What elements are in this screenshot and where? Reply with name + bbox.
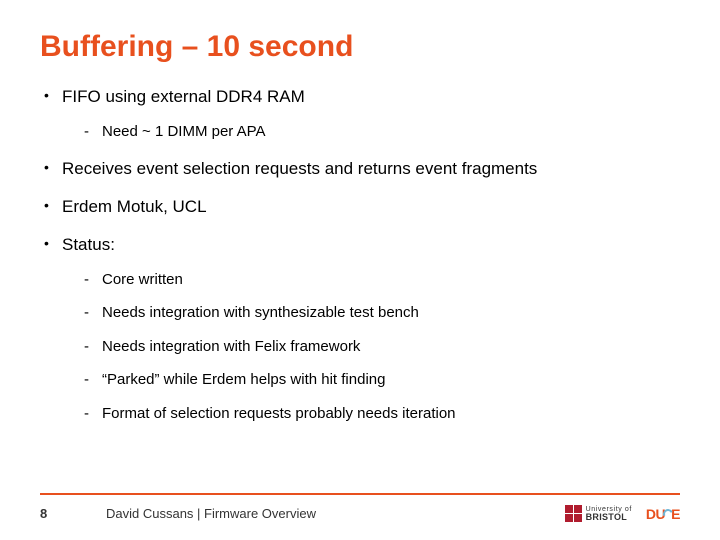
bullet-item: FIFO using external DDR4 RAM Need ~ 1 DI…: [40, 86, 680, 142]
sub-item: “Parked” while Erdem helps with hit find…: [62, 370, 680, 390]
footer: 8 David Cussans | Firmware Overview Univ…: [40, 493, 680, 522]
sub-item: Format of selection requests probably ne…: [62, 404, 680, 424]
bristol-line2: BRISTOL: [586, 513, 632, 522]
sub-item: Core written: [62, 270, 680, 290]
sub-item: Needs integration with synthesizable tes…: [62, 303, 680, 323]
bullet-list: FIFO using external DDR4 RAM Need ~ 1 DI…: [40, 86, 680, 423]
sub-item: Needs integration with Felix framework: [62, 337, 680, 357]
bullet-item: Erdem Motuk, UCL: [40, 196, 680, 218]
dune-logo: DUE: [646, 506, 680, 522]
footer-rule: [40, 493, 680, 495]
sub-item: Need ~ 1 DIMM per APA: [62, 122, 680, 142]
bullet-text: Receives event selection requests and re…: [62, 159, 537, 178]
footer-text: David Cussans | Firmware Overview: [106, 506, 511, 521]
footer-row: 8 David Cussans | Firmware Overview Univ…: [40, 505, 680, 522]
sub-list: Core written Needs integration with synt…: [62, 270, 680, 424]
bullet-item: Status: Core written Needs integration w…: [40, 234, 680, 424]
slide: Buffering – 10 second FIFO using externa…: [0, 0, 720, 540]
slide-title: Buffering – 10 second: [40, 30, 680, 64]
page-number: 8: [40, 506, 52, 521]
bullet-item: Receives event selection requests and re…: [40, 158, 680, 180]
bristol-crest-icon: [565, 505, 582, 522]
bristol-logo: University of BRISTOL: [565, 505, 632, 522]
bullet-text: Erdem Motuk, UCL: [62, 197, 207, 216]
footer-logos: University of BRISTOL DUE: [565, 505, 680, 522]
bristol-text: University of BRISTOL: [586, 506, 632, 522]
bullet-text: FIFO using external DDR4 RAM: [62, 87, 305, 106]
bullet-text: Status:: [62, 235, 115, 254]
sub-list: Need ~ 1 DIMM per APA: [62, 122, 680, 142]
